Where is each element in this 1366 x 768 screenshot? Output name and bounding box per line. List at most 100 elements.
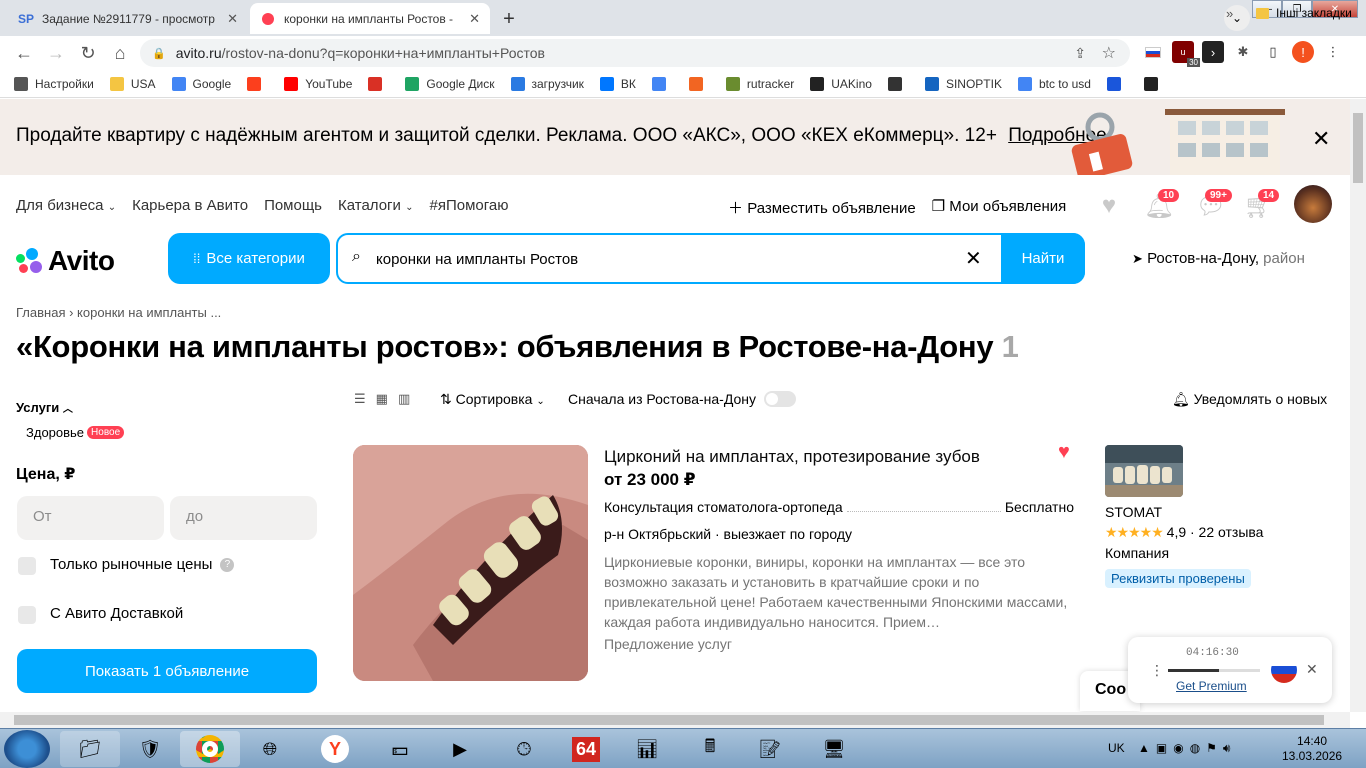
bookmark-item[interactable]: USA: [109, 76, 156, 91]
nav-ihelp-link[interactable]: #яПомогаю: [429, 197, 508, 214]
russian-flag-extension-icon[interactable]: [1142, 41, 1164, 63]
nav-help-link[interactable]: Помощь: [264, 197, 322, 214]
yandex-browser-icon[interactable]: Y: [305, 731, 365, 767]
bookmark-star-icon[interactable]: ☆: [1102, 43, 1116, 63]
vertical-scrollbar[interactable]: [1350, 99, 1366, 712]
bookmark-item[interactable]: [1143, 76, 1165, 91]
seller-photo[interactable]: [1105, 445, 1183, 497]
ublock-extension-icon[interactable]: u 30: [1172, 41, 1200, 67]
monitor-app-icon[interactable]: 🖥︎: [804, 731, 864, 767]
show-results-button[interactable]: Показать 1 объявление: [17, 649, 317, 693]
map-view-icon[interactable]: ▥: [398, 391, 410, 407]
nav-catalogs-link[interactable]: Каталоги ⌄: [338, 197, 413, 214]
language-indicator[interactable]: UK: [1108, 741, 1125, 755]
profile-alert-icon[interactable]: !: [1292, 41, 1314, 63]
seller-rating[interactable]: ★★★★★ 4,9 · 22 отзыва: [1105, 524, 1263, 541]
search-input[interactable]: [376, 243, 956, 275]
vpn-menu-icon[interactable]: ⋮: [1150, 662, 1164, 679]
bookmark-item[interactable]: [887, 76, 909, 91]
health-category-link[interactable]: Здоровье Новое: [26, 425, 125, 440]
clear-search-icon[interactable]: ✕: [965, 246, 982, 271]
grid-view-icon[interactable]: ▦: [376, 391, 388, 407]
notes-app-icon[interactable]: 📝︎: [740, 731, 800, 767]
bookmark-item[interactable]: [651, 76, 673, 91]
my-ads-link[interactable]: ❐ Мои объявления: [932, 197, 1067, 218]
listing-title-link[interactable]: Цирконий на имплантах, протезирование зу…: [604, 447, 980, 467]
location-selector[interactable]: ➤ Ростов-на-Дону, район: [1132, 250, 1305, 267]
bookmark-item[interactable]: Google: [171, 76, 231, 91]
bookmark-item[interactable]: SINOPTIK: [924, 76, 1002, 91]
other-bookmarks[interactable]: Інші закладки: [1256, 6, 1352, 20]
breadcrumb[interactable]: Главная › коронки на импланты ...: [16, 305, 221, 320]
system-clock[interactable]: 14:40 13.03.2026: [1282, 734, 1342, 764]
price-to-input[interactable]: до: [170, 496, 317, 540]
media-player-icon[interactable]: ▶: [430, 731, 490, 767]
bookmark-item[interactable]: YouTube: [284, 76, 352, 91]
explorer-app-icon[interactable]: 📁︎: [60, 731, 120, 767]
calculator-app-icon[interactable]: 🖩: [680, 731, 740, 767]
search-submit-button[interactable]: Найти: [1001, 233, 1085, 284]
nav-career-link[interactable]: Карьера в Авито: [132, 197, 248, 214]
get-premium-link[interactable]: Get Premium: [1176, 679, 1247, 693]
scrollbar-thumb[interactable]: [14, 715, 1324, 725]
tab-task[interactable]: SP Задание №2911779 - просмотр ✕: [8, 3, 248, 34]
bookmark-item[interactable]: Google Диск: [405, 76, 495, 91]
aida64-app-icon[interactable]: 64: [556, 731, 616, 767]
rostov-first-toggle[interactable]: Сначала из Ростова-на-Дону: [568, 391, 796, 407]
tab-close-icon[interactable]: ✕: [469, 11, 480, 27]
vpn-close-icon[interactable]: ✕: [1306, 661, 1318, 678]
notify-new-button[interactable]: 🔔︎ Уведомлять о новых: [1172, 391, 1327, 408]
reload-icon[interactable]: ↻: [72, 43, 104, 64]
ad-banner[interactable]: Продайте квартиру с надёжным агентом и з…: [0, 99, 1350, 175]
money-app-icon[interactable]: 💵︎: [370, 731, 430, 767]
bookmark-item[interactable]: UAKino: [810, 76, 872, 91]
bookmark-item[interactable]: [1106, 76, 1128, 91]
services-filter-toggle[interactable]: Услуги ︿: [16, 400, 73, 415]
puzzle-extensions-icon[interactable]: ✱: [1232, 41, 1254, 63]
clock-app-icon[interactable]: 🕒︎: [494, 731, 554, 767]
tray-icons[interactable]: ▲▣◉◍⚑🔊︎: [1138, 741, 1236, 755]
network-app-icon[interactable]: 🌐︎: [240, 731, 300, 767]
lock-icon[interactable]: 🔒: [152, 47, 166, 60]
favorites-heart-icon[interactable]: ♥: [1094, 191, 1124, 221]
shield-app-icon[interactable]: 🛡︎: [120, 731, 180, 767]
bookmarks-overflow-icon[interactable]: »: [1226, 6, 1233, 21]
post-ad-link[interactable]: ＋ Разместить объявление: [728, 197, 916, 218]
chrome-app-icon[interactable]: [180, 731, 240, 767]
menu-kebab-icon[interactable]: ⋮: [1322, 41, 1344, 63]
seller-name-link[interactable]: STOMAT: [1105, 504, 1162, 520]
sort-dropdown[interactable]: ⇅ Сортировка ⌄: [440, 391, 545, 408]
horizontal-scrollbar[interactable]: [0, 712, 1350, 728]
side-panel-icon[interactable]: ▯: [1262, 41, 1284, 63]
russia-flag-icon[interactable]: [1271, 657, 1297, 683]
avito-delivery-label[interactable]: С Авито Доставкой: [50, 605, 183, 622]
share-icon[interactable]: ⇪: [1074, 45, 1086, 62]
chart-app-icon[interactable]: 📊︎: [617, 731, 677, 767]
nav-business-link[interactable]: Для бизнеса ⌄: [16, 197, 116, 214]
forward-icon[interactable]: →: [40, 43, 72, 64]
all-categories-button[interactable]: ⁞⁞ Все категории: [168, 233, 330, 284]
avito-delivery-checkbox[interactable]: [18, 606, 36, 624]
user-avatar[interactable]: [1294, 185, 1332, 223]
toggle-switch[interactable]: [764, 391, 796, 407]
ad-close-icon[interactable]: ✕: [1312, 126, 1330, 152]
help-icon[interactable]: ?: [220, 558, 235, 573]
back-icon[interactable]: ←: [8, 43, 40, 64]
tab-avito[interactable]: коронки на импланты Ростов - ✕: [250, 3, 490, 34]
bookmark-item[interactable]: [688, 76, 710, 91]
favorite-heart-icon[interactable]: ♥: [1058, 441, 1070, 464]
avito-logo[interactable]: Avito: [16, 245, 115, 277]
bookmark-item[interactable]: [368, 76, 389, 91]
start-button-icon[interactable]: [4, 730, 50, 768]
list-view-icon[interactable]: ☰: [354, 391, 366, 407]
market-prices-checkbox[interactable]: [18, 557, 36, 575]
bookmark-item[interactable]: [247, 76, 268, 91]
listing-photo[interactable]: [353, 445, 588, 681]
home-icon[interactable]: ⌂: [104, 43, 136, 64]
scrollbar-thumb[interactable]: [1353, 113, 1363, 183]
bookmark-item[interactable]: ВК: [599, 76, 636, 91]
bookmark-item[interactable]: rutracker: [725, 76, 794, 91]
price-from-input[interactable]: От: [17, 496, 164, 540]
bookmark-item[interactable]: btc to usd: [1017, 76, 1091, 91]
bookmark-item[interactable]: Настройки: [14, 76, 94, 91]
